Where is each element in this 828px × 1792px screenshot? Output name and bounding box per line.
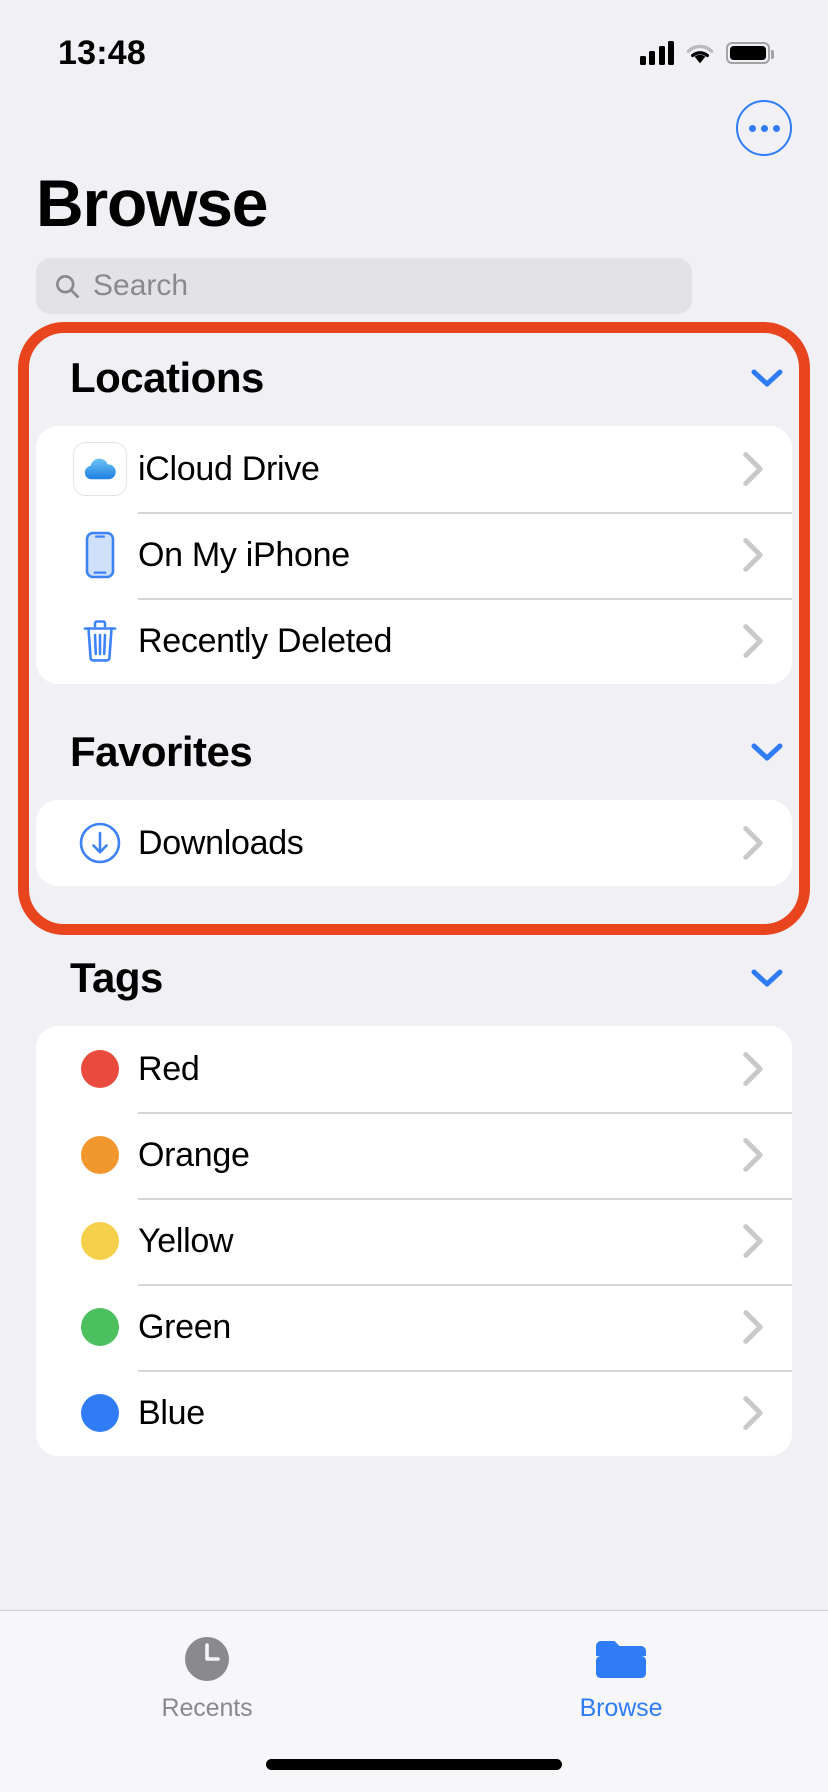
list-item-label: Green: [138, 1307, 231, 1346]
list-item-downloads[interactable]: Downloads: [36, 800, 792, 886]
clock-icon: [182, 1633, 232, 1685]
status-bar-indicators: [639, 41, 774, 65]
tab-label: Browse: [579, 1694, 663, 1722]
tags-card: Red Orange Yellow Green Blue: [36, 1026, 792, 1456]
iphone-icon: [85, 531, 115, 579]
search-bar[interactable]: Search: [36, 258, 692, 314]
row-icon: [70, 442, 130, 496]
list-item-recently-deleted[interactable]: Recently Deleted: [36, 598, 792, 684]
list-item-tag-yellow[interactable]: Yellow: [36, 1198, 792, 1284]
row-icon: [70, 1394, 130, 1432]
ellipsis-dot-icon: [760, 124, 768, 132]
chevron-right-icon: [743, 624, 763, 658]
chevron-down-icon[interactable]: [750, 967, 784, 989]
row-icon: [70, 531, 130, 579]
row-icon: [70, 1136, 130, 1174]
chevron-right-icon: [743, 1138, 763, 1172]
list-item-label: Red: [138, 1049, 200, 1088]
tag-dot-icon: [81, 1222, 119, 1260]
tag-dot-icon: [81, 1308, 119, 1346]
chevron-down-icon[interactable]: [750, 367, 784, 389]
row-icon: [70, 1050, 130, 1088]
tag-dot-icon: [81, 1136, 119, 1174]
chevron-right-icon: [743, 1052, 763, 1086]
cellular-bars-icon: [639, 41, 674, 65]
status-bar: 13:48: [0, 0, 828, 92]
list-item-label: Yellow: [138, 1221, 234, 1260]
chevron-right-icon: [743, 538, 763, 572]
icloud-drive-icon: [73, 442, 127, 496]
list-item-on-my-iphone[interactable]: On My iPhone: [36, 512, 792, 598]
search-input[interactable]: Search: [93, 269, 188, 303]
row-icon: [70, 619, 130, 663]
list-item-tag-red[interactable]: Red: [36, 1026, 792, 1112]
list-item-label: Blue: [138, 1393, 205, 1432]
list-item-tag-orange[interactable]: Orange: [36, 1112, 792, 1198]
chevron-right-icon: [743, 1396, 763, 1430]
tab-recents[interactable]: Recents: [0, 1633, 414, 1723]
chevron-right-icon: [743, 452, 763, 486]
list-item-tag-blue[interactable]: Blue: [36, 1370, 792, 1456]
section-title: Favorites: [70, 728, 253, 775]
battery-full-icon: [726, 42, 774, 64]
section-header-favorites[interactable]: Favorites: [0, 704, 828, 800]
tab-label: Recents: [161, 1694, 253, 1722]
ellipsis-dot-icon: [772, 124, 780, 132]
chevron-down-icon[interactable]: [750, 741, 784, 763]
status-bar-time: 13:48: [58, 33, 146, 72]
chevron-right-icon: [743, 1224, 763, 1258]
section-title: Locations: [70, 354, 264, 401]
chevron-right-icon: [743, 1310, 763, 1344]
tab-bar: Recents Browse: [0, 1610, 828, 1792]
row-icon: [70, 821, 130, 865]
files-browse-screen: 13:48 Browse Search Locations iCloud Dri…: [0, 0, 828, 1792]
trash-icon: [83, 620, 117, 662]
home-indicator: [266, 1759, 562, 1770]
favorites-card: Downloads: [36, 800, 792, 886]
page-title: Browse: [36, 166, 268, 240]
more-options-button[interactable]: [736, 100, 792, 156]
list-item-icloud-drive[interactable]: iCloud Drive: [36, 426, 792, 512]
tab-browse[interactable]: Browse: [414, 1633, 828, 1723]
locations-card: iCloud Drive On My iPhone Recently Delet…: [36, 426, 792, 684]
list-item-label: iCloud Drive: [138, 449, 320, 488]
row-icon: [70, 1222, 130, 1260]
list-item-tag-green[interactable]: Green: [36, 1284, 792, 1370]
section-header-tags[interactable]: Tags: [0, 930, 828, 1026]
section-header-locations[interactable]: Locations: [0, 330, 828, 426]
tag-dot-icon: [81, 1394, 119, 1432]
download-circle-icon: [79, 822, 121, 864]
list-item-label: Recently Deleted: [138, 621, 393, 660]
folder-icon: [594, 1633, 648, 1685]
list-item-label: Downloads: [138, 823, 304, 862]
chevron-right-icon: [743, 826, 763, 860]
section-title: Tags: [70, 954, 163, 1001]
row-icon: [70, 1308, 130, 1346]
list-item-label: Orange: [138, 1135, 250, 1174]
ellipsis-dot-icon: [748, 124, 756, 132]
list-item-label: On My iPhone: [138, 535, 350, 574]
browse-list[interactable]: Locations iCloud Drive On My iPhone Rece…: [0, 330, 828, 1456]
search-icon: [56, 274, 79, 298]
tag-dot-icon: [81, 1050, 119, 1088]
wifi-icon: [686, 44, 714, 63]
